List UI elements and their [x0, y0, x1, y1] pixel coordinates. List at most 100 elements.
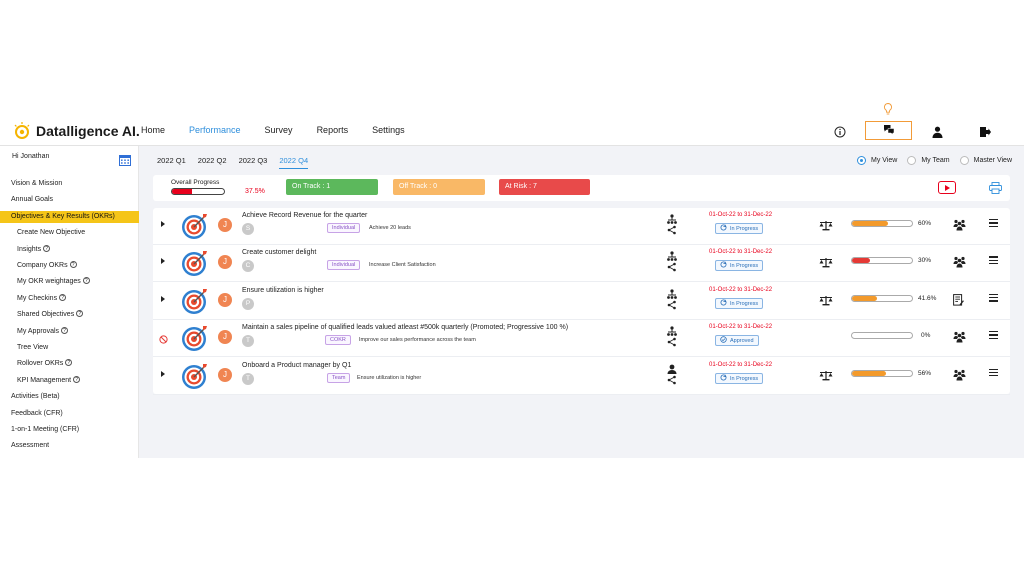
on-track-chip[interactable]: On Track : 1	[286, 179, 378, 195]
tab-2022-q4[interactable]: 2022 Q4	[279, 156, 309, 169]
main-content: 2022 Q1 2022 Q2 2022 Q3 2022 Q4 My View My T…	[139, 146, 1024, 458]
nav-reports[interactable]: Reports	[317, 125, 349, 135]
hamburger-menu-icon[interactable]	[989, 368, 998, 379]
hamburger-menu-icon[interactable]	[989, 256, 998, 266]
expand-caret-icon[interactable]	[161, 221, 165, 227]
objective-title[interactable]: Maintain a sales pipeline of qualified l…	[242, 324, 568, 331]
sidebar-item-feedback-cfr[interactable]: Feedback (CFR)	[0, 408, 139, 420]
help-icon[interactable]: ?	[65, 359, 73, 367]
balance-scale-icon[interactable]	[819, 255, 833, 273]
help-icon[interactable]: ?	[82, 277, 90, 285]
owner-avatar[interactable]: J	[218, 292, 232, 307]
view-option-my-team[interactable]: My Team	[907, 156, 950, 165]
balance-scale-icon[interactable]	[819, 218, 833, 236]
org-tree-icon[interactable]	[666, 326, 678, 353]
view-option-my-view[interactable]: My View	[857, 156, 897, 165]
balance-scale-icon[interactable]	[819, 368, 833, 386]
sidebar-item-objectives-key-results-okrs[interactable]: Objectives & Key Results (OKRs)	[0, 210, 139, 223]
objective-target-icon	[181, 362, 209, 395]
objective-type-tag: Individual	[327, 260, 361, 271]
org-tree-icon[interactable]	[666, 214, 678, 241]
calendar-icon[interactable]	[119, 153, 131, 166]
greeting: Hi Jonathan	[12, 153, 50, 160]
objective-title[interactable]: Create customer delight	[242, 249, 316, 256]
radio-button[interactable]	[959, 156, 969, 165]
overall-progress-percent: 37.5%	[245, 188, 265, 195]
help-icon[interactable]: ?	[59, 293, 67, 301]
tab-2022-q2[interactable]: 2022 Q2	[198, 156, 227, 169]
expand-caret-icon[interactable]	[161, 295, 165, 302]
tab-2022-q3[interactable]: 2022 Q3	[239, 156, 268, 169]
lightbulb-icon[interactable]	[882, 102, 894, 121]
notes-icon[interactable]	[953, 293, 964, 311]
team-icon[interactable]	[953, 330, 966, 348]
date-range: 01-Oct-22 to 31-Dec-22	[709, 361, 773, 368]
sidebar-item-my-checkins[interactable]: My Checkins?	[0, 293, 139, 305]
objective-title[interactable]: Achieve Record Revenue for the quarter	[242, 212, 367, 219]
main-nav: Home Performance Survey Reports Settings	[141, 125, 429, 135]
hamburger-menu-icon[interactable]	[989, 219, 998, 229]
nav-settings[interactable]: Settings	[372, 125, 405, 135]
sidebar-item-annual-goals[interactable]: Annual Goals	[0, 194, 139, 206]
org-tree-icon[interactable]	[666, 251, 678, 278]
key-result-text[interactable]: Ensure utilization is higher	[357, 375, 421, 381]
team-icon[interactable]	[953, 218, 966, 236]
objective-title[interactable]: Ensure utilization is higher	[242, 287, 324, 294]
owner-avatar[interactable]: J	[218, 367, 232, 382]
sidebar-item-create-new-objective[interactable]: Create New Objective	[0, 227, 139, 239]
sidebar-item-vision-mission[interactable]: Vision & Mission	[0, 178, 139, 190]
help-icon[interactable]: ?	[61, 326, 69, 334]
radio-button[interactable]	[857, 156, 866, 165]
nav-survey[interactable]: Survey	[265, 125, 293, 135]
help-icon[interactable]: ?	[69, 261, 77, 268]
radio-button[interactable]	[907, 156, 917, 165]
sidebar-item-insights[interactable]: Insights?	[0, 244, 139, 256]
at-risk-chip[interactable]: At Risk : 7	[499, 179, 590, 195]
key-result-text[interactable]: Improve our sales performance across the…	[359, 337, 476, 343]
sidebar-item-my-approvals[interactable]: My Approvals?	[0, 326, 139, 338]
owner-avatar[interactable]: J	[218, 255, 232, 270]
person-share-icon[interactable]	[666, 364, 678, 391]
expand-caret-icon[interactable]	[161, 258, 165, 265]
sidebar-item-activities-beta[interactable]: Activities (Beta)	[0, 391, 139, 403]
expand-caret-icon[interactable]	[161, 370, 165, 377]
help-icon[interactable]: ?	[43, 244, 51, 252]
sidebar-item-1-on-1-meeting-cfr[interactable]: 1-on-1 Meeting (CFR)	[0, 424, 139, 436]
sidebar-item-label: Rollover OKRs	[17, 360, 64, 368]
team-icon[interactable]	[953, 255, 966, 273]
help-icon[interactable]: ?	[73, 375, 81, 383]
key-result-text[interactable]: Increase Client Satisfaction	[369, 262, 436, 268]
sidebar-item-assessment[interactable]: Assessment	[0, 440, 139, 452]
hamburger-menu-icon[interactable]	[989, 293, 998, 304]
org-tree-icon[interactable]	[666, 289, 678, 316]
contributor-avatar: T	[242, 372, 254, 385]
owner-avatar[interactable]: J	[218, 330, 232, 345]
video-play-icon[interactable]	[938, 181, 956, 194]
sidebar-item-tree-view[interactable]: Tree View	[0, 342, 139, 354]
sidebar-item-my-okr-weightages[interactable]: My OKR weightages?	[0, 276, 139, 288]
help-icon[interactable]: ?	[76, 310, 84, 318]
team-icon[interactable]	[953, 368, 966, 386]
owner-avatar[interactable]: J	[218, 218, 232, 232]
nav-home[interactable]: Home	[141, 125, 165, 135]
sidebar-item-company-okrs[interactable]: Company OKRs?	[0, 260, 139, 272]
logout-icon[interactable]	[976, 123, 994, 141]
objective-title[interactable]: Onboard a Product manager by Q1	[242, 362, 351, 369]
user-profile-icon[interactable]	[928, 123, 946, 141]
printer-icon[interactable]	[989, 181, 1002, 199]
nav-performance[interactable]: Performance	[189, 125, 241, 135]
balance-scale-icon[interactable]	[819, 293, 833, 311]
sidebar-item-kpi-management[interactable]: KPI Management?	[0, 375, 139, 387]
chat-button[interactable]	[865, 121, 912, 140]
tab-2022-q1[interactable]: 2022 Q1	[157, 156, 186, 169]
key-result-text[interactable]: Achieve 20 leads	[369, 225, 411, 231]
sidebar-item-label: Assessment	[11, 442, 50, 450]
hamburger-menu-icon[interactable]	[989, 331, 998, 341]
off-track-chip[interactable]: Off Track : 0	[393, 179, 485, 195]
sidebar-item-shared-objectives[interactable]: Shared Objectives?	[0, 309, 139, 321]
view-option-master-view[interactable]: Master View	[959, 156, 1012, 165]
sidebar-item-label: Company OKRs	[17, 262, 68, 269]
brand-logo[interactable]: Datalligence AI.	[12, 120, 140, 142]
info-icon[interactable]	[831, 123, 849, 141]
sidebar-item-rollover-okrs[interactable]: Rollover OKRs?	[0, 358, 139, 370]
